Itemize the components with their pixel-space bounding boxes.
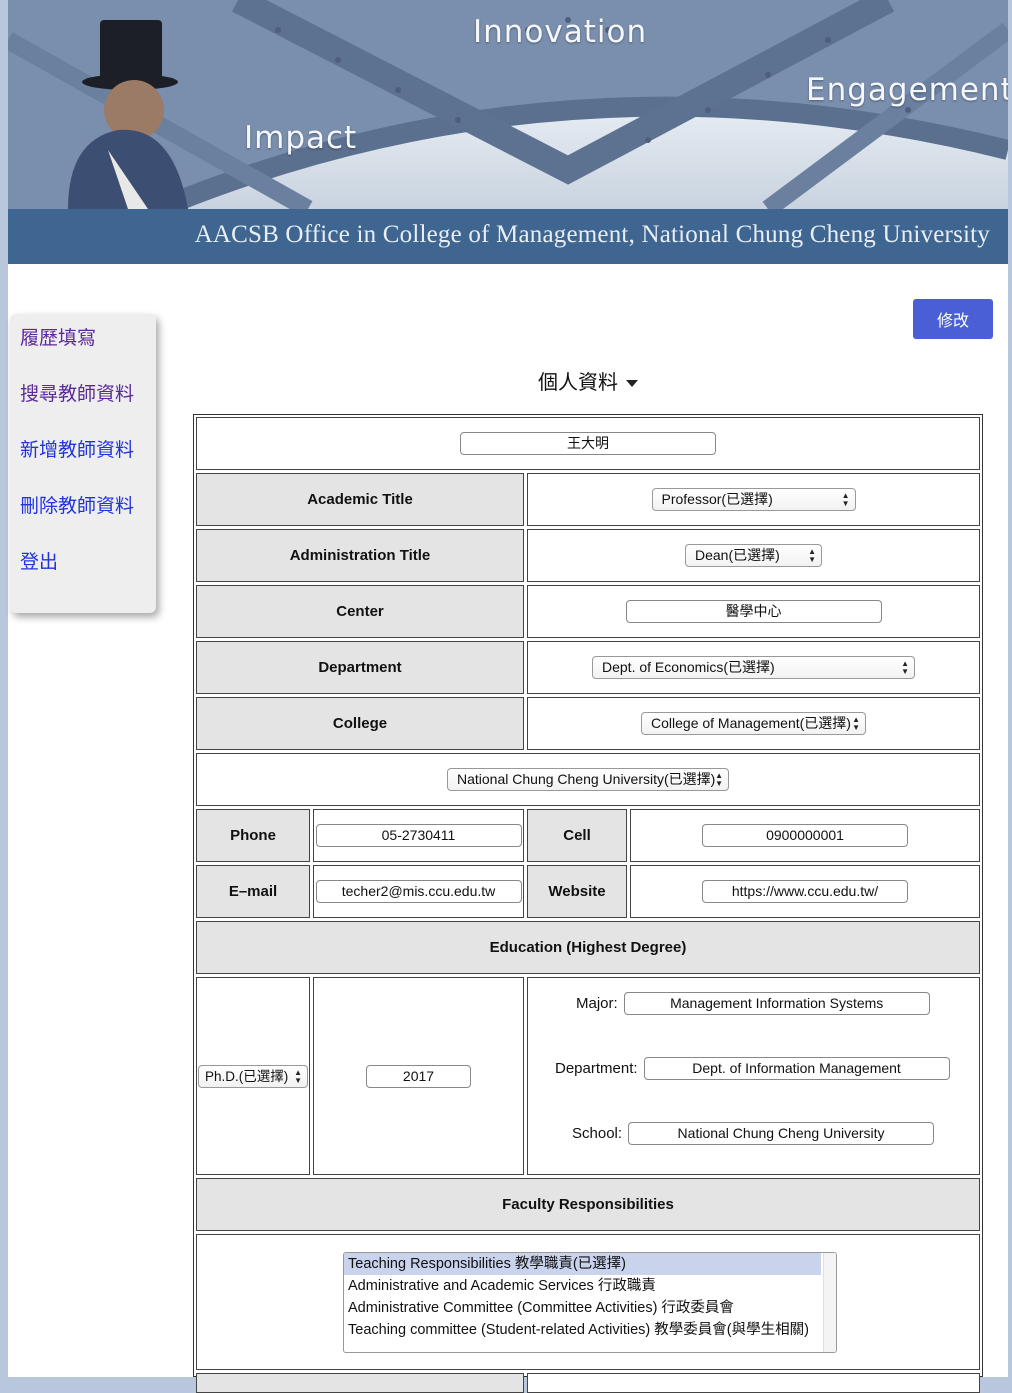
banner-caption: AACSB Office in College of Management, N…: [194, 221, 990, 248]
email-cell: techer2@mis.ccu.edu.tw: [313, 865, 524, 918]
school-row: School: National Chung Cheng University: [572, 1122, 935, 1145]
degree-select[interactable]: Ph.D.(已選擇) ▲ ▼: [198, 1064, 308, 1088]
phone-input[interactable]: 05-2730411: [315, 824, 522, 847]
page: Innovation Engagement Impact AACSB Offic…: [8, 0, 1008, 1393]
responsibility-option-teaching-committee[interactable]: Teaching committee (Student-related Acti…: [344, 1319, 836, 1341]
banner: Innovation Engagement Impact AACSB Offic…: [8, 0, 1008, 264]
department-value: Dept. of Economics(已選擇): [602, 659, 775, 675]
academic-title-label: Academic Title: [196, 473, 524, 526]
profile-form-table: 王大明 Academic Title Professor(已選擇) ▲ ▼ Adm…: [193, 414, 983, 1393]
select-arrows-icon: ▲ ▼: [715, 771, 723, 788]
edit-button[interactable]: 修改: [913, 299, 993, 339]
education-detail-cell: Major: Management Information Systems De…: [527, 977, 980, 1175]
major-input[interactable]: Management Information Systems: [623, 992, 930, 1015]
name-input[interactable]: 王大明: [460, 432, 716, 455]
department-label: Department: [196, 641, 524, 694]
phone-cell: 05-2730411: [313, 809, 524, 862]
banner-image: Innovation Engagement Impact: [8, 0, 1008, 209]
administration-title-select[interactable]: Dean(已選擇) ▲ ▼: [685, 544, 822, 567]
center-input[interactable]: 醫學中心: [625, 600, 882, 623]
education-department-row: Department: Dept. of Information Managem…: [555, 1057, 950, 1080]
school-label: School:: [572, 1125, 623, 1142]
academic-title-cell: Professor(已選擇) ▲ ▼: [527, 473, 980, 526]
university-value: National Chung Cheng University(已選擇): [457, 771, 716, 787]
college-cell: College of Management(已選擇) ▲ ▼: [527, 697, 980, 750]
select-arrows-icon: ▲ ▼: [901, 659, 909, 676]
center-label: Center: [196, 585, 524, 638]
sidebar-item-resume[interactable]: 履歷填寫: [10, 324, 156, 380]
responsibilities-header: Faculty Responsibilities: [196, 1178, 980, 1231]
next-row-label: [196, 1373, 524, 1393]
degree-cell: Ph.D.(已選擇) ▲ ▼: [196, 977, 310, 1175]
center-cell: 醫學中心: [527, 585, 980, 638]
college-label: College: [196, 697, 524, 750]
select-arrows-icon: ▲ ▼: [294, 1067, 302, 1085]
academic-title-select[interactable]: Professor(已選擇) ▲ ▼: [651, 488, 856, 511]
responsibilities-listbox[interactable]: Teaching Responsibilities 教學職責(已選擇) Admi…: [343, 1252, 837, 1353]
website-label: Website: [527, 865, 627, 918]
administration-title-cell: Dean(已選擇) ▲ ▼: [527, 529, 980, 582]
email-input[interactable]: techer2@mis.ccu.edu.tw: [315, 880, 522, 903]
degree-value: Ph.D.(已選擇): [205, 1068, 289, 1084]
email-label: E–mail: [196, 865, 310, 918]
sidebar-item-logout[interactable]: 登出: [10, 548, 156, 604]
cell-phone-label: Cell: [527, 809, 627, 862]
school-input[interactable]: National Chung Cheng University: [628, 1122, 935, 1145]
department-cell: Dept. of Economics(已選擇) ▲ ▼: [527, 641, 980, 694]
sidebar-item-delete-faculty[interactable]: 刪除教師資料: [10, 492, 156, 548]
banner-word-engagement: Engagement: [806, 72, 1008, 108]
major-label: Major:: [576, 995, 618, 1012]
sidebar: 履歷填寫 搜尋教師資料 新增教師資料 刪除教師資料 登出: [10, 314, 156, 613]
academic-title-value: Professor(已選擇): [661, 491, 773, 507]
website-input[interactable]: https://www.ccu.edu.tw/: [702, 880, 908, 903]
university-cell: National Chung Cheng University(已選擇) ▲ ▼: [196, 753, 980, 806]
year-cell: 2017: [313, 977, 524, 1175]
responsibility-option-admin-committee[interactable]: Administrative Committee (Committee Acti…: [344, 1297, 836, 1319]
sidebar-item-search-faculty[interactable]: 搜尋教師資料: [10, 380, 156, 436]
caret-down-icon: [626, 380, 638, 387]
responsibility-option-administrative[interactable]: Administrative and Academic Services 行政職…: [344, 1275, 836, 1297]
cell-phone-input[interactable]: 0900000001: [702, 824, 908, 847]
college-select[interactable]: College of Management(已選擇) ▲ ▼: [641, 712, 866, 735]
university-select[interactable]: National Chung Cheng University(已選擇) ▲ ▼: [447, 768, 729, 791]
banner-word-impact: Impact: [244, 120, 358, 156]
sidebar-item-add-faculty[interactable]: 新增教師資料: [10, 436, 156, 492]
administration-title-value: Dean(已選擇): [695, 547, 780, 563]
phone-label: Phone: [196, 809, 310, 862]
name-cell: 王大明: [196, 417, 980, 470]
section-title: 個人資料: [538, 370, 618, 394]
responsibility-option-teaching[interactable]: Teaching Responsibilities 教學職責(已選擇): [344, 1253, 821, 1275]
major-row: Major: Management Information Systems: [576, 992, 930, 1015]
administration-title-label: Administration Title: [196, 529, 524, 582]
year-input[interactable]: 2017: [366, 1064, 471, 1088]
select-arrows-icon: ▲ ▼: [852, 715, 860, 732]
select-arrows-icon: ▲ ▼: [808, 547, 816, 564]
education-department-input[interactable]: Dept. of Information Management: [643, 1057, 950, 1080]
section-dropdown-toggle[interactable]: 個人資料: [538, 366, 638, 395]
cell-phone-cell: 0900000001: [630, 809, 980, 862]
responsibilities-cell: Teaching Responsibilities 教學職責(已選擇) Admi…: [196, 1234, 980, 1370]
college-value: College of Management(已選擇): [651, 715, 851, 731]
department-select[interactable]: Dept. of Economics(已選擇) ▲ ▼: [592, 656, 915, 679]
website-cell: https://www.ccu.edu.tw/: [630, 865, 980, 918]
banner-word-innovation: Innovation: [473, 14, 648, 50]
next-row-cell: [527, 1373, 980, 1393]
education-header: Education (Highest Degree): [196, 921, 980, 974]
listbox-scrollbar[interactable]: [823, 1253, 836, 1352]
education-department-label: Department:: [555, 1060, 638, 1077]
select-arrows-icon: ▲ ▼: [841, 491, 850, 508]
